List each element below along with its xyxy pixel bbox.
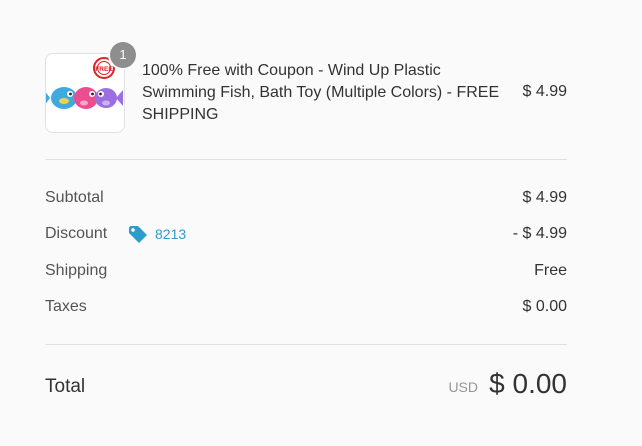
discount-label: Discount	[45, 225, 108, 242]
fish-toy-image: FREE	[44, 57, 123, 109]
shipping-label: Shipping	[45, 262, 108, 279]
product-price: $ 4.99	[522, 83, 567, 100]
discount-row: Discount 8213 - $ 4.99	[45, 223, 567, 245]
blue-fish	[44, 87, 77, 109]
shipping-row: Shipping Free	[45, 260, 567, 282]
total-label: Total	[45, 376, 86, 397]
subtotal-value: $ 4.99	[522, 189, 567, 206]
order-summary: FREE 1 100% Free with Coupon - Wind Up P…	[44, 0, 567, 446]
taxes-row: Taxes $ 0.00	[45, 296, 567, 318]
quantity-badge: 1	[110, 42, 136, 68]
subtotal-label: Subtotal	[45, 189, 104, 206]
subtotal-row: Subtotal $ 4.99	[45, 187, 567, 209]
discount-code: 8213	[155, 226, 187, 242]
purple-fish	[95, 88, 123, 108]
divider	[45, 344, 567, 345]
total-row: Total USD $ 0.00	[45, 368, 567, 404]
product-line-item: FREE 1 100% Free with Coupon - Wind Up P…	[44, 42, 567, 133]
product-title: 100% Free with Coupon - Wind Up Plastic …	[142, 62, 500, 123]
shipping-value: Free	[534, 262, 567, 279]
divider	[45, 159, 567, 160]
product-thumbnail: FREE 1	[44, 42, 136, 133]
coupon-tag: 8213	[128, 225, 186, 243]
taxes-value: $ 0.00	[522, 298, 567, 315]
total-amount: $ 0.00	[489, 368, 567, 399]
discount-value: - $ 4.99	[512, 225, 567, 242]
tag-icon	[129, 226, 147, 243]
svg-text:FREE: FREE	[95, 66, 113, 73]
taxes-label: Taxes	[45, 298, 87, 315]
total-currency: USD	[448, 379, 478, 395]
pink-fish	[74, 87, 98, 109]
